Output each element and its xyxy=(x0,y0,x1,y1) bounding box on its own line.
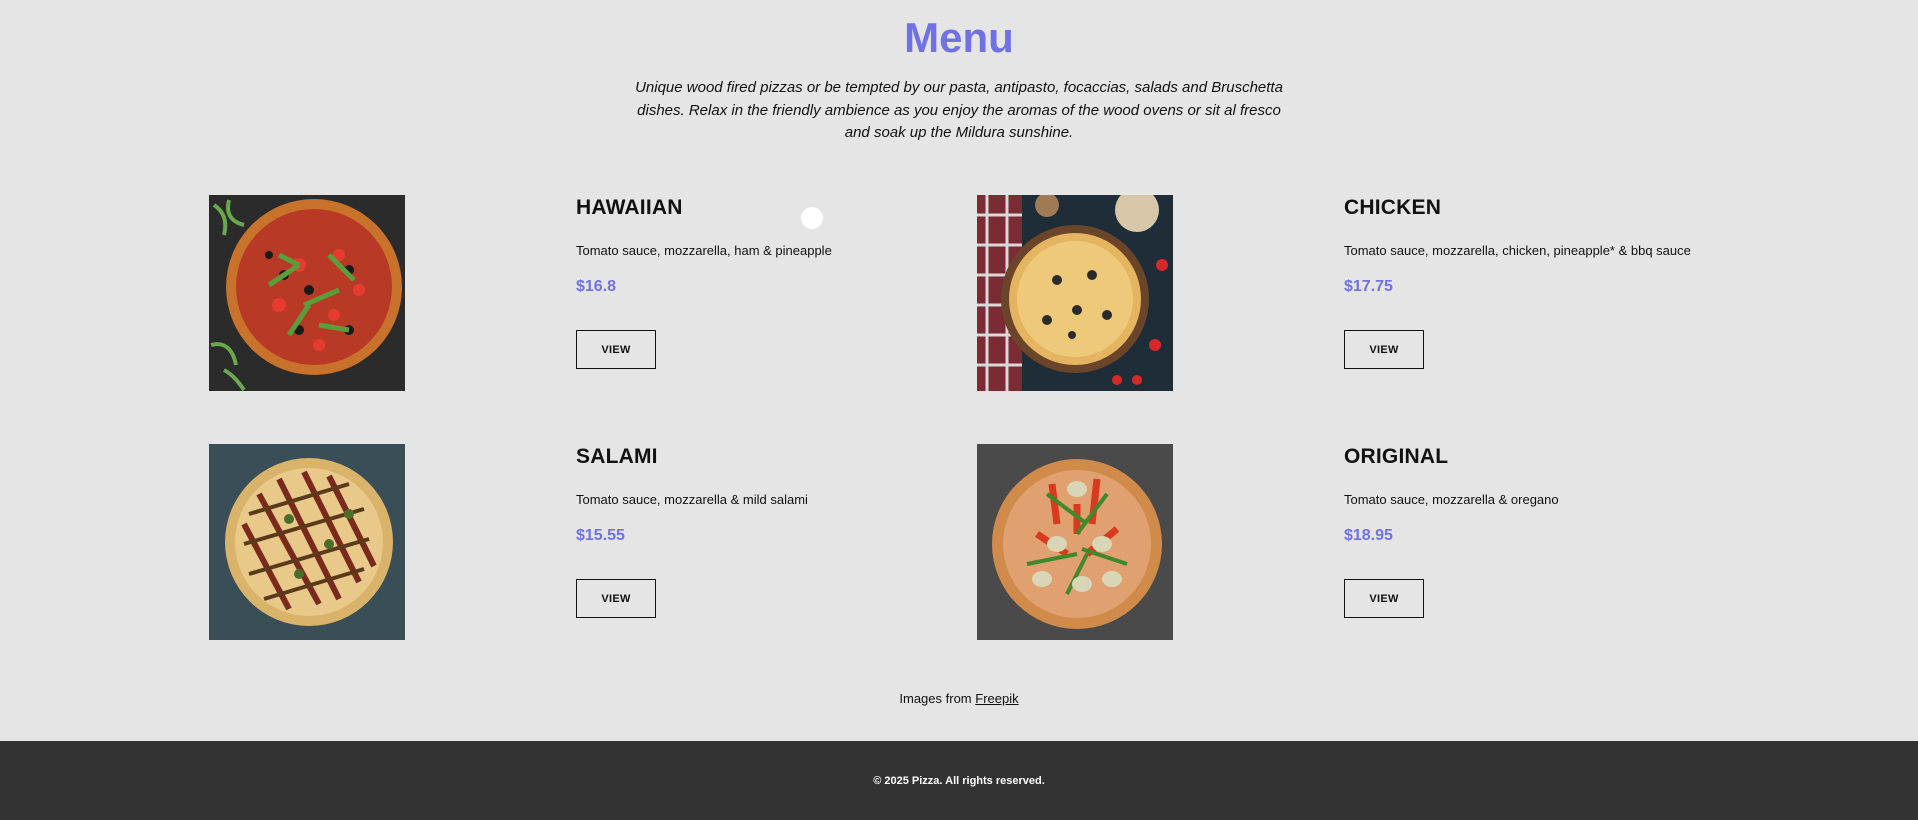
salami-pizza-image xyxy=(209,444,405,640)
image-credit: Images from Freepik xyxy=(0,690,1918,708)
mouse-cursor xyxy=(801,207,823,229)
chicken-pizza-image xyxy=(977,195,1173,391)
item-description: Tomato sauce, mozzarella & oregano xyxy=(1344,492,1559,507)
view-button-chicken[interactable]: VIEW xyxy=(1344,330,1424,369)
item-description: Tomato sauce, mozzarella, ham & pineappl… xyxy=(576,243,832,258)
item-name: CHICKEN xyxy=(1344,196,1442,219)
item-price: $18.95 xyxy=(1344,527,1393,544)
credit-prefix: Images from xyxy=(899,691,976,706)
item-name: HAWAIIAN xyxy=(576,196,683,219)
site-footer: © 2025 Pizza. All rights reserved. xyxy=(0,741,1918,820)
view-button-original[interactable]: VIEW xyxy=(1344,579,1424,618)
menu-intro: Unique wood fired pizzas or be tempted b… xyxy=(635,79,1283,141)
menu-item-original: ORIGINAL Tomato sauce, mozzarella & oreg… xyxy=(977,444,1737,640)
page-title: Menu xyxy=(904,14,1014,61)
menu-item-chicken: CHICKEN Tomato sauce, mozzarella, chicke… xyxy=(977,195,1737,391)
freepik-link[interactable]: Freepik xyxy=(975,691,1018,706)
item-name: ORIGINAL xyxy=(1344,445,1449,468)
original-pizza-image xyxy=(977,444,1173,640)
item-price: $15.55 xyxy=(576,527,625,544)
copyright-text: © 2025 Pizza. All rights reserved. xyxy=(873,774,1045,787)
hawaiian-pizza-image xyxy=(209,195,405,391)
item-price: $16.8 xyxy=(576,278,617,295)
item-name: SALAMI xyxy=(576,445,658,468)
item-description: Tomato sauce, mozzarella & mild salami xyxy=(576,492,808,507)
menu-item-salami: SALAMI Tomato sauce, mozzarella & mild s… xyxy=(209,444,969,640)
item-description: Tomato sauce, mozzarella, chicken, pinea… xyxy=(1344,243,1691,258)
menu-item-hawaiian: HAWAIIAN Tomato sauce, mozzarella, ham &… xyxy=(209,195,969,391)
view-button-salami[interactable]: VIEW xyxy=(576,579,656,618)
item-price: $17.75 xyxy=(1344,278,1393,295)
view-button-hawaiian[interactable]: VIEW xyxy=(576,330,656,369)
